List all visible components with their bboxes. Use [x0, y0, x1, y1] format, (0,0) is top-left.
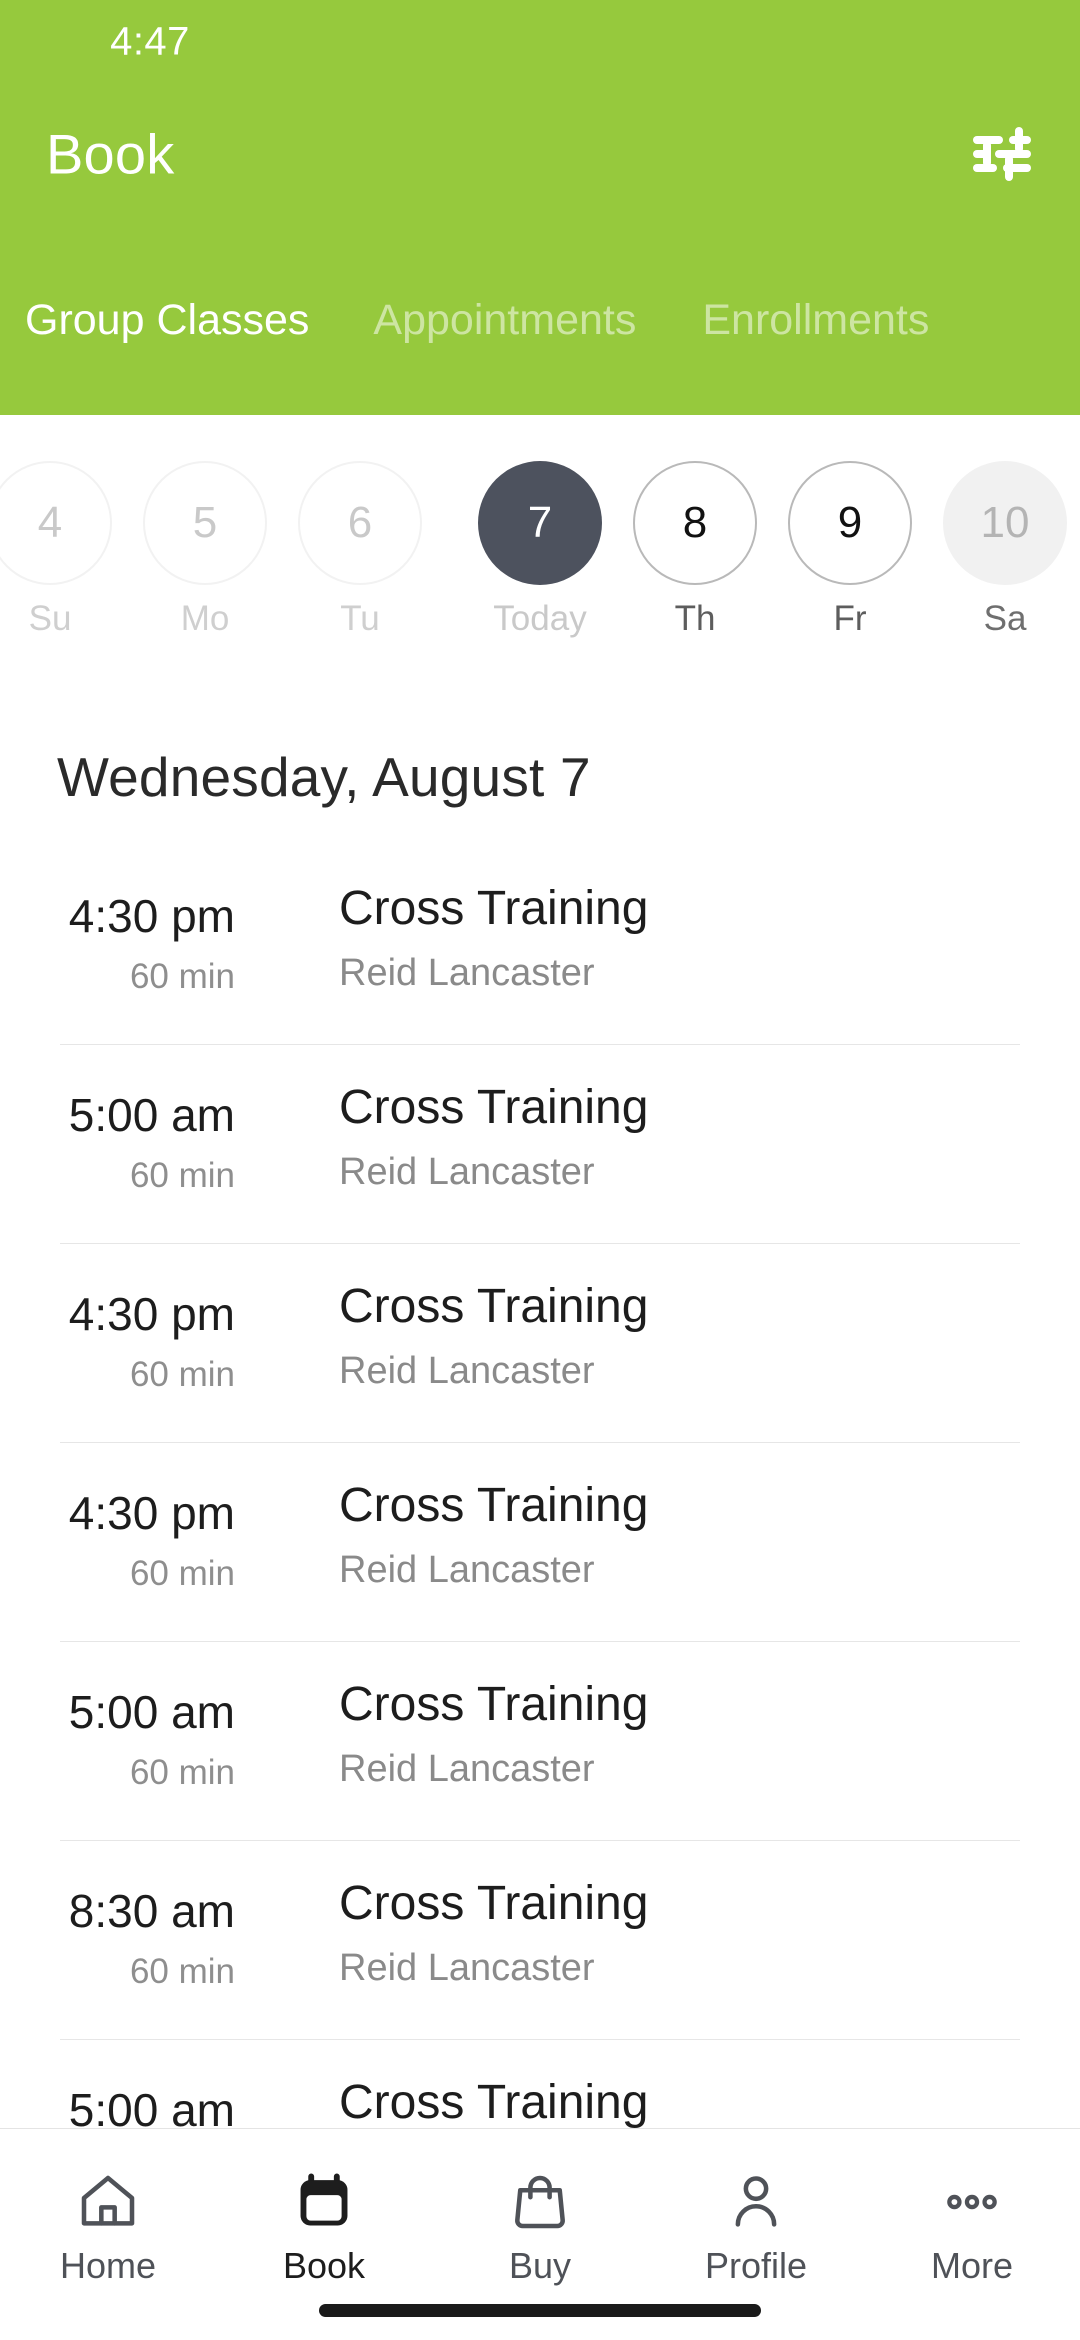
person-icon — [724, 2165, 788, 2239]
date-weekday-label: Sa — [983, 599, 1027, 638]
nav-label-buy: Buy — [508, 2245, 572, 2286]
class-staff: Reid Lancaster — [339, 1350, 595, 1392]
filter-button[interactable] — [956, 108, 1048, 200]
date-cell-9[interactable]: 9 Fr — [788, 461, 912, 639]
home-icon — [76, 2165, 140, 2239]
class-name: Cross Training — [339, 1280, 649, 1333]
class-time: 4:30 pm — [68, 1487, 235, 1539]
nav-label-profile: Profile — [704, 2245, 808, 2286]
class-row[interactable]: 5:00 am 60 min Cross Training Reid Lanca… — [0, 1044, 1080, 1243]
date-weekday-label: Su — [28, 599, 72, 638]
date-cell-5[interactable]: 5 Mo — [143, 461, 267, 639]
class-row[interactable]: 4:30 pm 60 min Cross Training Reid Lanca… — [0, 1442, 1080, 1641]
class-duration: 60 min — [129, 1355, 235, 1394]
class-staff: Reid Lancaster — [339, 952, 595, 994]
date-cell-4[interactable]: 4 Su — [0, 461, 112, 639]
class-row[interactable]: 5:00 am 60 min Cross Training Reid Lanca… — [0, 1641, 1080, 1840]
date-weekday-label: Tu — [340, 599, 380, 638]
nav-label-book: Book — [282, 2245, 366, 2286]
shopping-bag-icon — [508, 2165, 572, 2239]
date-weekday-label: Th — [674, 599, 716, 638]
class-name: Cross Training — [339, 1678, 649, 1731]
day-heading: Wednesday, August 7 — [57, 746, 591, 808]
class-time: 5:00 am — [68, 1089, 235, 1141]
date-cell-6[interactable]: 6 Tu — [298, 461, 422, 639]
tab-enrollments[interactable]: Enrollments — [702, 295, 929, 345]
date-circle-8: 8 — [633, 461, 757, 585]
class-name: Cross Training — [339, 882, 649, 935]
nav-label-home: Home — [59, 2245, 157, 2286]
class-list[interactable]: 4:30 pm 60 min Cross Training Reid Lanca… — [0, 845, 1080, 2128]
date-circle-7: 7 — [478, 461, 602, 585]
date-circle-9: 9 — [788, 461, 912, 585]
date-circle-10: 10 — [943, 461, 1067, 585]
date-cell-7-today[interactable]: 7 Today — [478, 461, 602, 639]
class-staff: Reid Lancaster — [339, 1748, 595, 1790]
date-cell-10[interactable]: 10 Sa — [943, 461, 1067, 639]
date-day-number: 4 — [37, 498, 63, 547]
nav-item-more[interactable]: More — [864, 2129, 1080, 2287]
class-name: Cross Training — [339, 1479, 649, 1532]
status-bar-clock: 4:47 — [110, 19, 190, 64]
bottom-navigation-bar: Home Book Buy Profile More — [0, 2128, 1080, 2340]
class-name: Cross Training — [339, 1081, 649, 1134]
nav-item-buy[interactable]: Buy — [432, 2129, 648, 2287]
date-circle-6: 6 — [298, 461, 422, 585]
date-day-number: 6 — [347, 498, 373, 547]
class-name: Cross Training — [339, 2076, 649, 2128]
date-cell-8[interactable]: 8 Th — [633, 461, 757, 639]
class-row[interactable]: 4:30 pm 60 min Cross Training Reid Lanca… — [0, 1243, 1080, 1442]
ellipsis-icon — [940, 2165, 1004, 2239]
class-name: Cross Training — [339, 1877, 649, 1930]
nav-label-more: More — [930, 2245, 1014, 2286]
nav-item-book[interactable]: Book — [216, 2129, 432, 2287]
nav-item-profile[interactable]: Profile — [648, 2129, 864, 2287]
date-day-number: 5 — [192, 498, 218, 547]
date-weekday-label: Fr — [833, 599, 867, 638]
header-title-row: Book — [0, 96, 1080, 214]
tab-group-classes[interactable]: Group Classes — [25, 295, 309, 345]
home-indicator — [319, 2304, 761, 2317]
class-row[interactable]: 4:30 pm 60 min Cross Training Reid Lanca… — [0, 845, 1080, 1044]
date-day-number: 9 — [837, 498, 863, 547]
class-staff: Reid Lancaster — [339, 1947, 595, 1989]
header-tab-bar: Group Classes Appointments Enrollments — [0, 295, 1080, 385]
date-day-number: 10 — [980, 498, 1030, 547]
class-time: 4:30 pm — [68, 1288, 235, 1340]
nav-item-home[interactable]: Home — [0, 2129, 216, 2287]
sliders-filter-icon — [971, 125, 1033, 183]
tab-appointments[interactable]: Appointments — [373, 295, 636, 345]
date-circle-4: 4 — [0, 461, 112, 585]
class-duration: 60 min — [129, 1753, 235, 1792]
page-title: Book — [46, 122, 175, 186]
class-row[interactable]: 8:30 am 60 min Cross Training Reid Lanca… — [0, 1840, 1080, 2039]
calendar-icon — [292, 2165, 356, 2239]
class-time: 5:00 am — [68, 1686, 235, 1738]
date-day-number: 7 — [527, 498, 553, 547]
class-staff: Reid Lancaster — [339, 1151, 595, 1193]
class-time: 8:30 am — [68, 1885, 235, 1937]
status-bar: 4:47 — [0, 0, 1080, 96]
date-day-number: 8 — [682, 498, 708, 547]
date-circle-5: 5 — [143, 461, 267, 585]
class-duration: 60 min — [129, 1554, 235, 1593]
date-weekday-label: Mo — [180, 599, 230, 638]
class-time: 4:30 pm — [68, 890, 235, 942]
class-duration: 60 min — [129, 957, 235, 996]
class-duration: 60 min — [129, 1952, 235, 1991]
class-duration: 60 min — [129, 1156, 235, 1195]
class-staff: Reid Lancaster — [339, 1549, 595, 1591]
class-row[interactable]: 5:00 am 60 min Cross Training Reid Lanca… — [0, 2039, 1080, 2128]
class-time: 5:00 am — [68, 2084, 235, 2128]
date-selector-strip[interactable]: 4 Su 5 Mo 6 Tu 7 Today 8 Th 9 Fr 10 Sa — [0, 415, 1080, 690]
app-header: 4:47 Book Group Classes Appointments Enr… — [0, 0, 1080, 415]
date-weekday-label: Today — [493, 599, 587, 638]
